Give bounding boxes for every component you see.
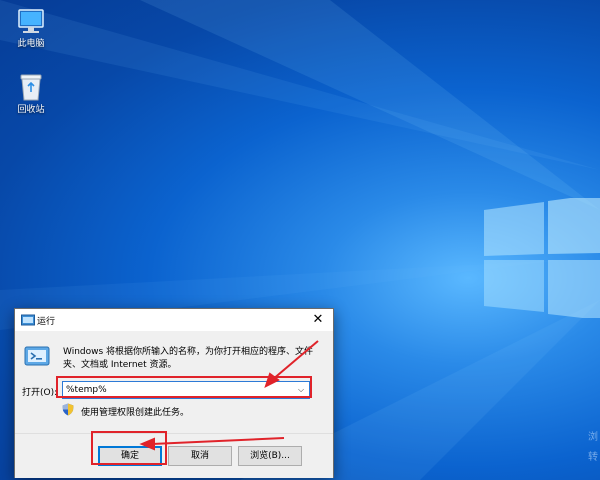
corner-text-bottom: 转 bbox=[588, 452, 598, 463]
admin-note: 使用管理权限创建此任务。 bbox=[81, 408, 190, 418]
desktop-icon-label: 回收站 bbox=[17, 105, 45, 115]
desktop-icon-recycle-bin[interactable]: 回收站 bbox=[6, 72, 56, 116]
dialog-title: 运行 bbox=[37, 317, 56, 327]
corner-text-top: 浏 bbox=[588, 432, 598, 443]
browse-button[interactable]: 浏览(B)... bbox=[238, 446, 302, 466]
highlight-box-input bbox=[56, 376, 312, 398]
uac-shield-icon bbox=[62, 403, 74, 416]
close-button[interactable]: ✕ bbox=[303, 309, 333, 331]
desktop-icon-label: 此电脑 bbox=[17, 39, 45, 49]
computer-icon bbox=[18, 9, 44, 33]
windows-logo bbox=[484, 198, 600, 318]
highlight-box-ok bbox=[91, 431, 167, 465]
run-app-icon bbox=[21, 314, 35, 326]
dialog-description: Windows 将根据你所输入的名称，为你打开相应的程序、文件夹、文档或 Int… bbox=[63, 347, 314, 370]
recycle-bin-icon bbox=[20, 74, 42, 101]
cancel-button[interactable]: 取消 bbox=[168, 446, 232, 466]
title-bar[interactable]: 运行 ✕ bbox=[15, 309, 333, 331]
desktop-icon-this-pc[interactable]: 此电脑 bbox=[6, 8, 56, 50]
button-row: 确定 取消 浏览(B)... bbox=[15, 433, 333, 478]
run-icon bbox=[24, 346, 50, 366]
open-label: 打开(O): bbox=[22, 388, 58, 398]
